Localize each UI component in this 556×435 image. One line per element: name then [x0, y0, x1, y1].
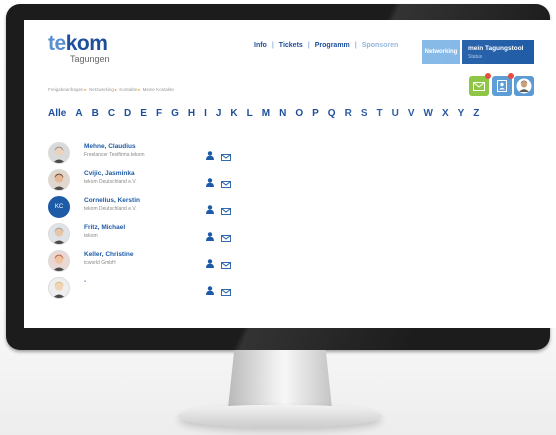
contact-organization: tekom Deutschland e.V.	[84, 206, 137, 212]
nav-separator: |	[307, 42, 310, 49]
filter-letter[interactable]: R	[345, 108, 352, 119]
filter-letter[interactable]: S	[361, 108, 368, 119]
contact-list: Mehne, Claudius Freelancer Testfirma teko…	[48, 142, 268, 304]
filter-letter[interactable]: P	[312, 108, 319, 119]
top-navigation: Info | Tickets | Programm | Sponsoren	[254, 42, 398, 49]
person-icon[interactable]	[206, 174, 214, 192]
person-icon[interactable]	[206, 147, 214, 165]
tagungstool-label: mein Tagungstool	[468, 45, 524, 52]
contact-row: Keller, Christine tcworld GmbH	[48, 250, 268, 277]
filter-letter[interactable]: K	[230, 108, 237, 119]
contact-name[interactable]: Fritz, Michael	[84, 224, 125, 231]
tekom-logo[interactable]: tekom Tagungen	[48, 32, 110, 64]
nav-tagungstool[interactable]: mein Tagungstool Status	[462, 40, 534, 64]
person-icon[interactable]	[206, 201, 214, 219]
filter-letter[interactable]: B	[92, 108, 99, 119]
filter-letter[interactable]: G	[171, 108, 179, 119]
breadcrumb-item[interactable]: Freigabeanfragen	[48, 87, 84, 92]
contact-avatar[interactable]	[48, 169, 70, 191]
screen: tekom Tagungen Info | Tickets | Programm…	[24, 20, 556, 328]
contact-avatar[interactable]	[48, 142, 70, 164]
messages-button[interactable]	[469, 73, 491, 96]
filter-letter[interactable]: T	[376, 108, 382, 119]
contacts-button[interactable]	[492, 73, 514, 96]
contact-name[interactable]: -	[84, 278, 86, 285]
monitor-stand	[228, 350, 332, 408]
breadcrumb-item[interactable]: Netzwerking	[89, 87, 114, 92]
contact-card-icon	[497, 80, 507, 92]
tagungstool-sub: Status	[468, 54, 483, 60]
contact-row: Fritz, Michael tekom	[48, 223, 268, 250]
contact-avatar[interactable]	[48, 223, 70, 245]
filter-letter[interactable]: Y	[458, 108, 465, 119]
contact-avatar[interactable]	[48, 250, 70, 272]
breadcrumb-item: Meine Kontakte	[142, 87, 174, 92]
logo-subtitle: Tagungen	[70, 54, 110, 64]
filter-letter[interactable]: Z	[473, 108, 479, 119]
contact-avatar[interactable]: KC	[48, 196, 70, 218]
filter-letter[interactable]: H	[188, 108, 195, 119]
contact-name[interactable]: Mehne, Claudius	[84, 143, 136, 150]
filter-letter[interactable]: W	[424, 108, 433, 119]
monitor-stand-base	[178, 405, 382, 427]
profile-button[interactable]	[514, 76, 534, 96]
person-icon[interactable]	[206, 282, 214, 300]
contact-avatar[interactable]	[48, 277, 70, 299]
filter-letter[interactable]: Q	[328, 108, 336, 119]
filter-letter[interactable]: L	[247, 108, 253, 119]
nav-tickets[interactable]: Tickets	[279, 42, 303, 49]
contact-organization: Freelancer Testfirma tekom	[84, 152, 145, 158]
person-icon[interactable]	[206, 255, 214, 273]
nav-separator: |	[354, 42, 357, 49]
nav-programm[interactable]: Programm	[315, 42, 350, 49]
breadcrumb-item[interactable]: Kontakte	[119, 87, 137, 92]
contact-name[interactable]: Keller, Christine	[84, 251, 134, 258]
filter-all[interactable]: Alle	[48, 108, 66, 119]
nav-info[interactable]: Info	[254, 42, 267, 49]
contact-row: Mehne, Claudius Freelancer Testfirma teko…	[48, 142, 268, 169]
contact-organization: tekom	[84, 233, 98, 239]
logo-text-accent: kom	[65, 32, 108, 55]
user-avatar-icon	[516, 78, 532, 94]
nav-separator: |	[271, 42, 274, 49]
contact-row: KC Cornelius, Kerstin tekom Deutschland e.…	[48, 196, 268, 223]
filter-letter[interactable]: I	[204, 108, 207, 119]
breadcrumb: Freigabeanfragen▸ Netzwerking▸ Kontakte▸…	[48, 87, 174, 92]
filter-letter[interactable]: A	[75, 108, 82, 119]
filter-letter[interactable]: O	[295, 108, 303, 119]
filter-letter[interactable]: D	[124, 108, 131, 119]
filter-letter[interactable]: J	[216, 108, 222, 119]
contact-name[interactable]: Cvijic, Jasminka	[84, 170, 135, 177]
filter-letter[interactable]: F	[156, 108, 162, 119]
filter-letter[interactable]: M	[262, 108, 270, 119]
envelope-icon	[473, 81, 485, 91]
contact-name[interactable]: Cornelius, Kerstin	[84, 197, 140, 204]
filter-letter[interactable]: C	[108, 108, 115, 119]
contact-organization: tcworld GmbH	[84, 260, 116, 266]
envelope-icon[interactable]	[221, 148, 231, 166]
notification-badge	[485, 73, 491, 79]
contact-row: -	[48, 277, 268, 304]
filter-letter[interactable]: X	[442, 108, 449, 119]
nav-sponsoren[interactable]: Sponsoren	[362, 42, 399, 49]
person-icon[interactable]	[206, 228, 214, 246]
envelope-icon[interactable]	[221, 202, 231, 220]
filter-letter[interactable]: V	[408, 108, 415, 119]
contact-row: Cvijic, Jasminka tekom Deutschland e.V.	[48, 169, 268, 196]
envelope-icon[interactable]	[221, 256, 231, 274]
envelope-icon[interactable]	[221, 229, 231, 247]
filter-letter[interactable]: E	[140, 108, 147, 119]
envelope-icon[interactable]	[221, 175, 231, 193]
envelope-icon[interactable]	[221, 283, 231, 301]
contact-organization: tekom Deutschland e.V.	[84, 179, 137, 185]
alphabet-filter: Alle A B C D E F G H I J K L M N O P Q R S T U V W X Y Z	[48, 108, 488, 119]
filter-letter[interactable]: N	[279, 108, 286, 119]
nav-networking[interactable]: Networking	[422, 40, 460, 64]
logo-text: te	[48, 32, 66, 55]
filter-letter[interactable]: U	[392, 108, 399, 119]
